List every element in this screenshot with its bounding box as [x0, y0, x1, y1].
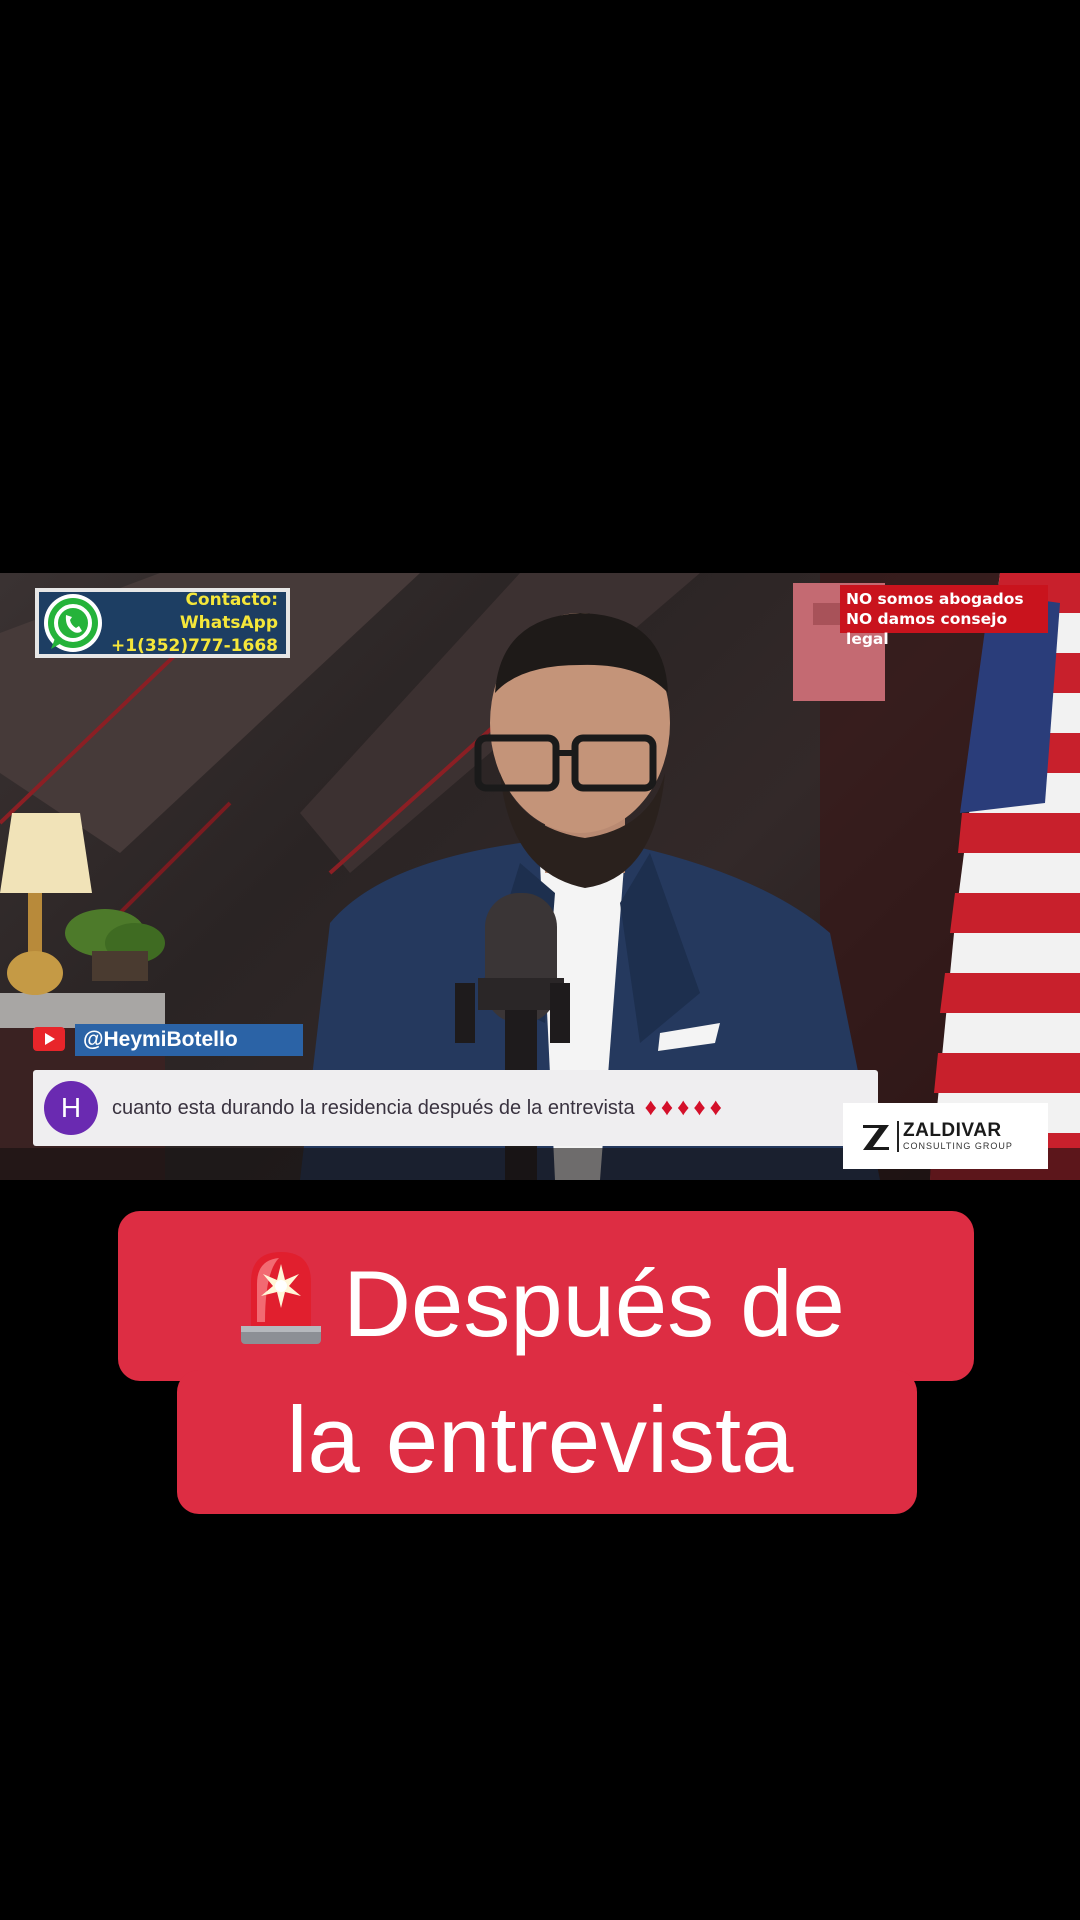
legal-disclaimer: NO somos abogados NO damos consejo legal — [840, 585, 1048, 648]
featured-comment: H cuanto esta durando la residencia desp… — [33, 1070, 878, 1146]
caption-line-1-wrap: Después de — [0, 1242, 1080, 1359]
zaldivar-logo: ZALDIVAR CONSULTING GROUP — [843, 1103, 1048, 1169]
whatsapp-icon — [44, 594, 102, 652]
comment-avatar: H — [44, 1081, 98, 1135]
contact-label: Contacto: WhatsApp — [179, 589, 278, 633]
video-frame: Contacto: WhatsApp +1(352)777-1668 NO so… — [0, 0, 1080, 1920]
disclaimer-line-1: NO somos abogados — [846, 590, 1024, 608]
youtube-icon — [33, 1027, 65, 1051]
logo-name: ZALDIVAR — [903, 1119, 1002, 1141]
caption-line-1: Después de — [343, 1251, 845, 1356]
comment-text: cuanto esta durando la residencia despué… — [112, 1096, 635, 1119]
channel-handle: @HeymiBotello — [75, 1024, 303, 1056]
police-siren-icon — [241, 1252, 322, 1344]
contact-phone: +1(352)777-1668 — [111, 635, 278, 656]
video-scene: Contacto: WhatsApp +1(352)777-1668 NO so… — [0, 573, 1080, 1180]
caption-line-2: la entrevista — [286, 1387, 794, 1492]
zaldivar-logo-mark-icon — [863, 1125, 889, 1150]
disclaimer-line-2: NO damos consejo legal — [846, 610, 1008, 648]
whatsapp-contact-badge: Contacto: WhatsApp +1(352)777-1668 — [35, 588, 290, 658]
logo-subtitle: CONSULTING GROUP — [903, 1140, 1013, 1151]
comment-diamond-emoji: ♦♦♦♦♦ — [644, 1094, 726, 1121]
